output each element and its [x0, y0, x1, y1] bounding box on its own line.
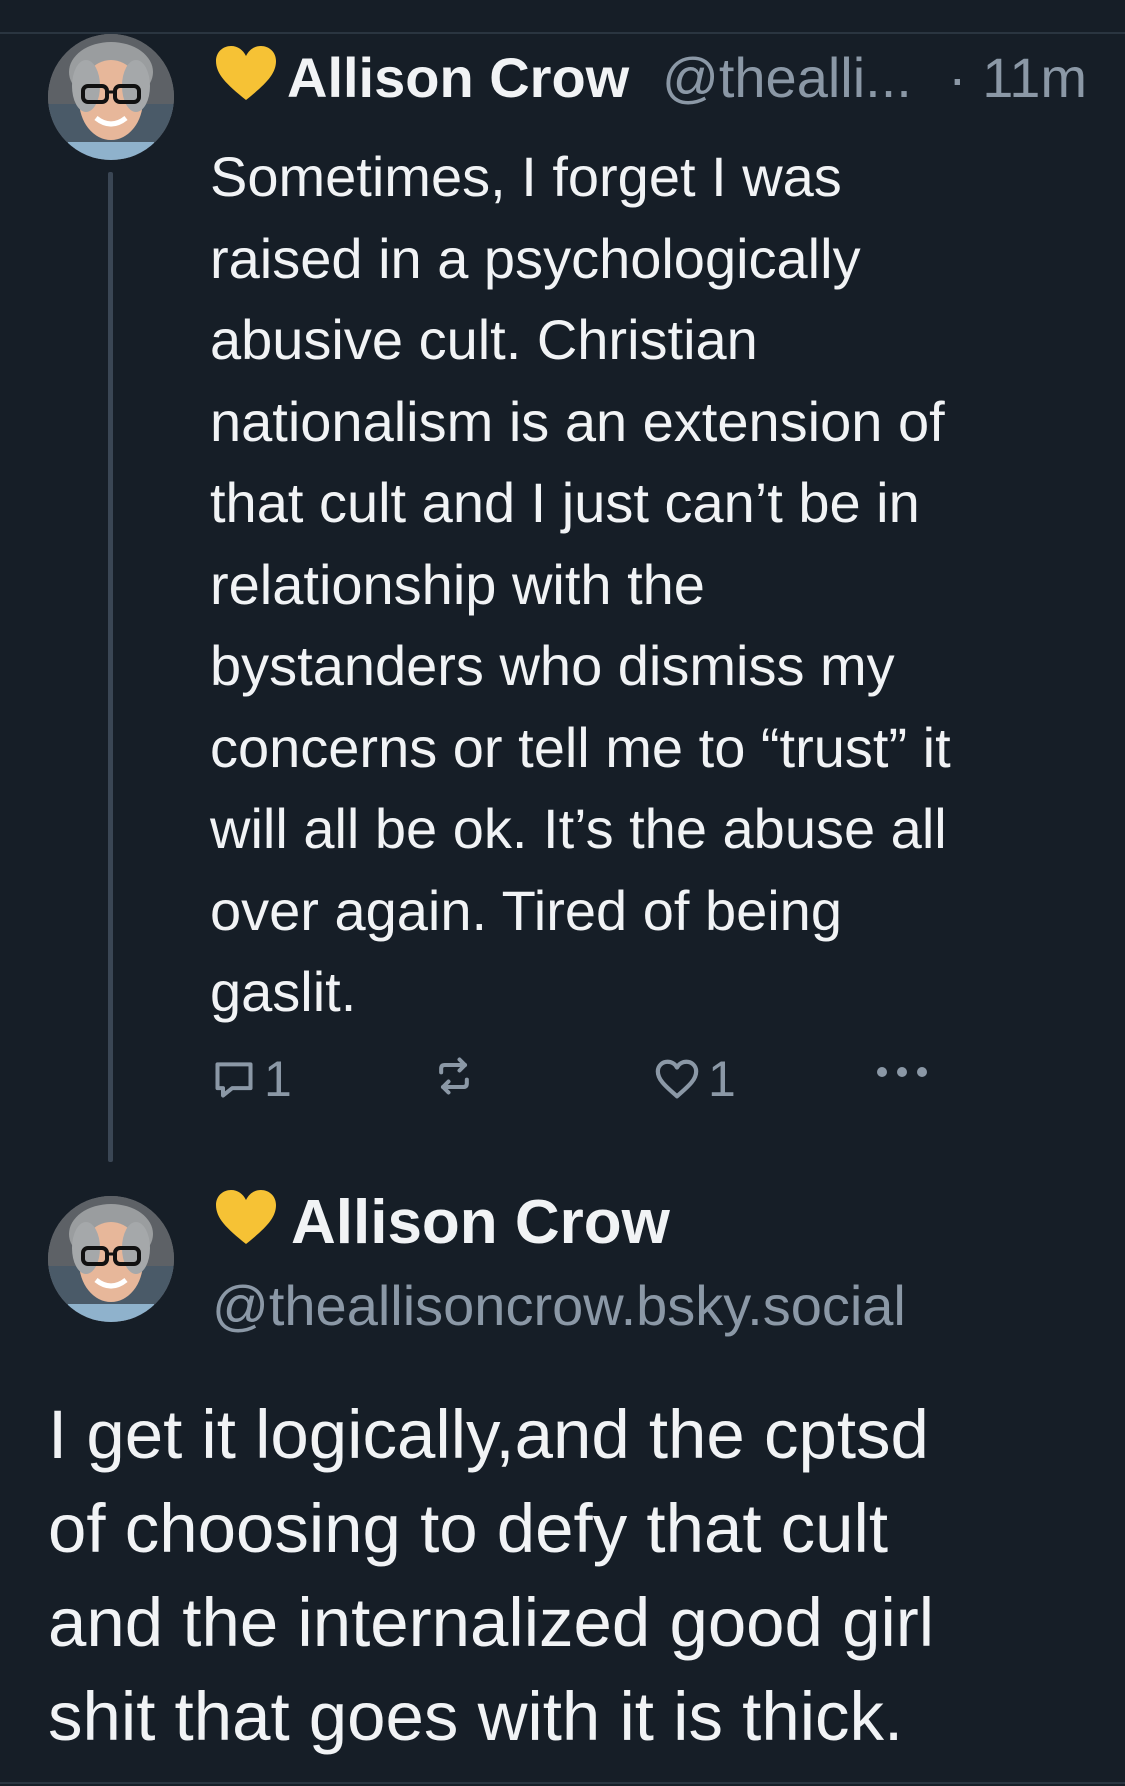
yellow-heart-icon: [216, 46, 276, 100]
more-options-button[interactable]: [874, 1064, 930, 1080]
post-text: Sometimes, I forget I was raised in a ps…: [210, 145, 951, 1023]
avatar[interactable]: [48, 1196, 174, 1322]
repost-button[interactable]: [432, 1054, 476, 1098]
like-button[interactable]: 1: [654, 1050, 736, 1108]
author-handle[interactable]: @theallisoncrow.bsky.social: [212, 1272, 906, 1340]
repost-icon: [439, 1057, 469, 1095]
author-name[interactable]: Allison Crow: [291, 1186, 670, 1260]
reply-button[interactable]: 1: [212, 1050, 292, 1108]
post-timestamp[interactable]: · 11m: [948, 44, 1087, 112]
heart-outline-icon: [655, 1059, 699, 1099]
bottom-divider: [0, 1782, 1125, 1784]
author-handle[interactable]: @thealli...: [662, 44, 912, 112]
more-dots-icon: [877, 1067, 927, 1077]
top-divider: [0, 32, 1125, 34]
yellow-heart-icon: [216, 1190, 276, 1244]
like-count: 1: [708, 1051, 736, 1107]
reply-count: 1: [264, 1051, 292, 1107]
reply-icon: [215, 1062, 253, 1098]
thread-line: [108, 172, 113, 1162]
post-text: I get it logically,and the cptsd of choo…: [48, 1396, 935, 1755]
avatar[interactable]: [48, 34, 174, 160]
author-name[interactable]: Allison Crow: [287, 44, 629, 112]
